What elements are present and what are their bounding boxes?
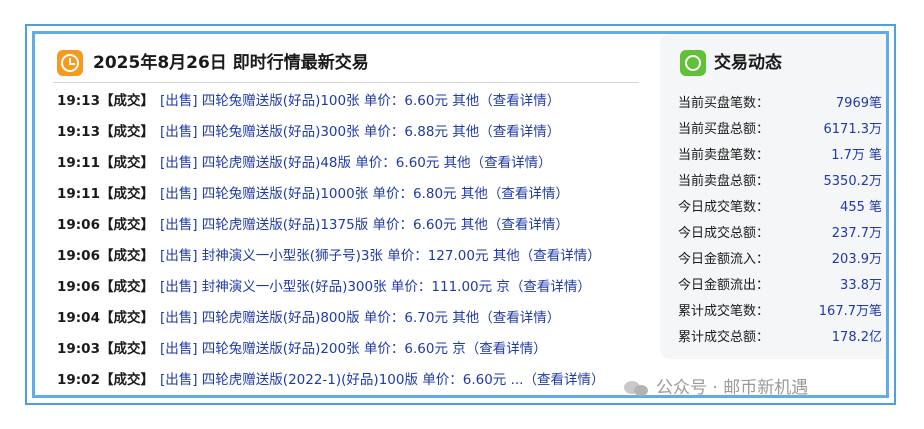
trade-time: 19:06 [57, 279, 100, 295]
trade-time: 19:06 [57, 217, 100, 233]
trade-row: 19:02【成交】 [出售] 四轮虎赠送版(2022-1)(好品)100版 单价：… [57, 365, 657, 395]
view-details-link[interactable]: （查看详情） [466, 341, 547, 357]
trade-tag: 【成交】 [99, 372, 154, 388]
trade-tag: 【成交】 [99, 217, 154, 233]
trade-time: 19:13 [57, 93, 100, 109]
latest-trades-title: 2025年8月26日 即时行情最新交易 [93, 53, 369, 73]
stat-label: 今日成交总额： [678, 226, 770, 241]
stat-label: 累计成交笔数： [678, 304, 770, 319]
stat-value: 5350.2万 [823, 174, 883, 189]
trade-tag: 【成交】 [99, 186, 154, 202]
view-details-link[interactable]: （查看详情） [520, 248, 601, 264]
outer-frame: 2025年8月26日 即时行情最新交易 19:13【成交】 [出售] 四轮兔赠送版… [25, 24, 896, 405]
trade-description-link[interactable]: [出售] 四轮虎赠送版(好品)1375版 单价：6.60元 其他 [160, 217, 488, 233]
trade-time: 19:02 [57, 372, 100, 388]
trade-stats-title: 交易动态 [714, 53, 782, 73]
stat-row: 当前买盘总额： 6171.3万 [678, 117, 882, 143]
stat-row: 累计成交总额： 178.2亿 [678, 325, 882, 351]
stat-label: 累计成交总额： [678, 330, 770, 345]
view-details-link[interactable]: （查看详情） [479, 124, 560, 140]
stat-label: 今日金额流出： [678, 278, 770, 293]
trade-time: 19:03 [57, 341, 100, 357]
trade-row: 19:13【成交】 [出售] 四轮兔赠送版(好品)300张 单价：6.88元 其他… [57, 117, 657, 148]
view-details-link[interactable]: （查看详情） [479, 93, 560, 109]
trade-description-link[interactable]: [出售] 封神演义一小型张(狮子号)3张 单价：127.00元 其他 [160, 248, 520, 264]
stat-value: 203.9万 [831, 252, 882, 267]
trade-description-link[interactable]: [出售] 封神演义一小型张(好品)300张 单价：111.00元 京 [160, 279, 510, 295]
view-details-link[interactable]: （查看详情） [471, 155, 552, 171]
stat-row: 今日成交笔数： 455 笔 [678, 195, 882, 221]
stat-row: 累计成交笔数： 167.7万笔 [678, 299, 882, 325]
stat-value: 167.7万笔 [818, 304, 882, 319]
trade-tag: 【成交】 [99, 93, 154, 109]
trade-tag: 【成交】 [99, 310, 154, 326]
stat-value: 33.8万 [840, 278, 882, 293]
trade-description-link[interactable]: [出售] 四轮兔赠送版(好品)300张 单价：6.88元 其他 [160, 124, 479, 140]
stat-value: 1.7万 笔 [831, 148, 882, 163]
trade-description-link[interactable]: [出售] 四轮虎赠送版(好品)800版 单价：6.70元 其他 [160, 310, 479, 326]
stat-value: 6171.3万 [823, 122, 883, 137]
trade-list: 19:13【成交】 [出售] 四轮兔赠送版(好品)100张 单价：6.60元 其他… [57, 86, 657, 395]
trade-stats-header: 交易动态 [678, 46, 886, 82]
trade-description-link[interactable]: [出售] 四轮虎赠送版(2022-1)(好品)100版 单价：6.60元 ... [160, 372, 524, 388]
latest-trades-panel: 2025年8月26日 即时行情最新交易 19:13【成交】 [出售] 四轮兔赠送版… [53, 34, 639, 395]
watermark-text: 公众号 · 邮币新机遇 [656, 378, 809, 398]
trade-row: 19:06【成交】 [出售] 封神演义一小型张(好品)300张 单价：111.00… [57, 272, 657, 303]
trade-time: 19:11 [57, 155, 100, 171]
trade-row: 19:06【成交】 [出售] 四轮虎赠送版(好品)1375版 单价：6.60元 其… [57, 210, 657, 241]
stat-value: 237.7万 [831, 226, 882, 241]
trade-tag: 【成交】 [99, 248, 154, 264]
stat-row: 今日金额流入： 203.9万 [678, 247, 882, 273]
trade-time: 19:06 [57, 248, 100, 264]
stat-label: 当前买盘笔数： [678, 96, 770, 111]
trade-time: 19:11 [57, 186, 100, 202]
view-details-link[interactable]: （查看详情） [523, 372, 604, 388]
latest-trades-header: 2025年8月26日 即时行情最新交易 [53, 42, 639, 83]
trade-description-link[interactable]: [出售] 四轮兔赠送版(好品)200张 单价：6.60元 京 [160, 341, 466, 357]
stat-label: 今日成交笔数： [678, 200, 770, 215]
trade-time: 19:13 [57, 124, 100, 140]
stat-label: 当前卖盘总额： [678, 174, 770, 189]
view-details-link[interactable]: （查看详情） [488, 186, 569, 202]
view-details-link[interactable]: （查看详情） [488, 217, 569, 233]
swap-arrows-icon [680, 50, 706, 76]
stat-row: 今日成交总额： 237.7万 [678, 221, 882, 247]
trade-time: 19:04 [57, 310, 100, 326]
stats-list: 当前买盘笔数： 7969笔 当前买盘总额： 6171.3万 当前卖盘笔数： 1.7万 笔当… [678, 91, 882, 351]
trade-tag: 【成交】 [99, 341, 154, 357]
stat-value: 7969笔 [835, 96, 882, 111]
stat-label: 今日金额流入： [678, 252, 770, 267]
wechat-icon [624, 378, 650, 398]
stat-row: 当前卖盘笔数： 1.7万 笔 [678, 143, 882, 169]
trade-description-link[interactable]: [出售] 四轮兔赠送版(好品)1000张 单价：6.80元 其他 [160, 186, 488, 202]
trade-tag: 【成交】 [99, 279, 154, 295]
trade-row: 19:03【成交】 [出售] 四轮兔赠送版(好品)200张 单价：6.60元 京（… [57, 334, 657, 365]
trade-stats-panel: 交易动态 当前买盘笔数： 7969笔当前买盘总额： 6171.3万当前卖盘笔数： 1.… [660, 34, 886, 359]
view-details-link[interactable]: （查看详情） [510, 279, 591, 295]
stat-row: 今日金额流出： 33.8万 [678, 273, 882, 299]
trade-description-link[interactable]: [出售] 四轮兔赠送版(好品)100张 单价：6.60元 其他 [160, 93, 479, 109]
stat-value: 178.2亿 [831, 330, 882, 345]
trade-tag: 【成交】 [99, 155, 154, 171]
trade-tag: 【成交】 [99, 124, 154, 140]
stat-value: 455 笔 [840, 200, 882, 215]
trade-row: 19:13【成交】 [出售] 四轮兔赠送版(好品)100张 单价：6.60元 其他… [57, 86, 657, 117]
trade-row: 19:11【成交】 [出售] 四轮兔赠送版(好品)1000张 单价：6.80元 其… [57, 179, 657, 210]
trade-row: 19:04【成交】 [出售] 四轮虎赠送版(好品)800版 单价：6.70元 其他… [57, 303, 657, 334]
trade-row: 19:11【成交】 [出售] 四轮虎赠送版(好品)48版 单价：6.60元 其他（… [57, 148, 657, 179]
stat-row: 当前买盘笔数： 7969笔 [678, 91, 882, 117]
trade-description-link[interactable]: [出售] 四轮虎赠送版(好品)48版 单价：6.60元 其他 [160, 155, 471, 171]
stat-label: 当前买盘总额： [678, 122, 770, 137]
inner-frame: 2025年8月26日 即时行情最新交易 19:13【成交】 [出售] 四轮兔赠送版… [32, 31, 889, 398]
watermark: 公众号 · 邮币新机遇 [624, 373, 808, 403]
stat-label: 当前卖盘笔数： [678, 148, 770, 163]
stat-row: 当前卖盘总额： 5350.2万 [678, 169, 882, 195]
trade-row: 19:06【成交】 [出售] 封神演义一小型张(狮子号)3张 单价：127.00元… [57, 241, 657, 272]
clock-icon [57, 50, 83, 76]
view-details-link[interactable]: （查看详情） [479, 310, 560, 326]
